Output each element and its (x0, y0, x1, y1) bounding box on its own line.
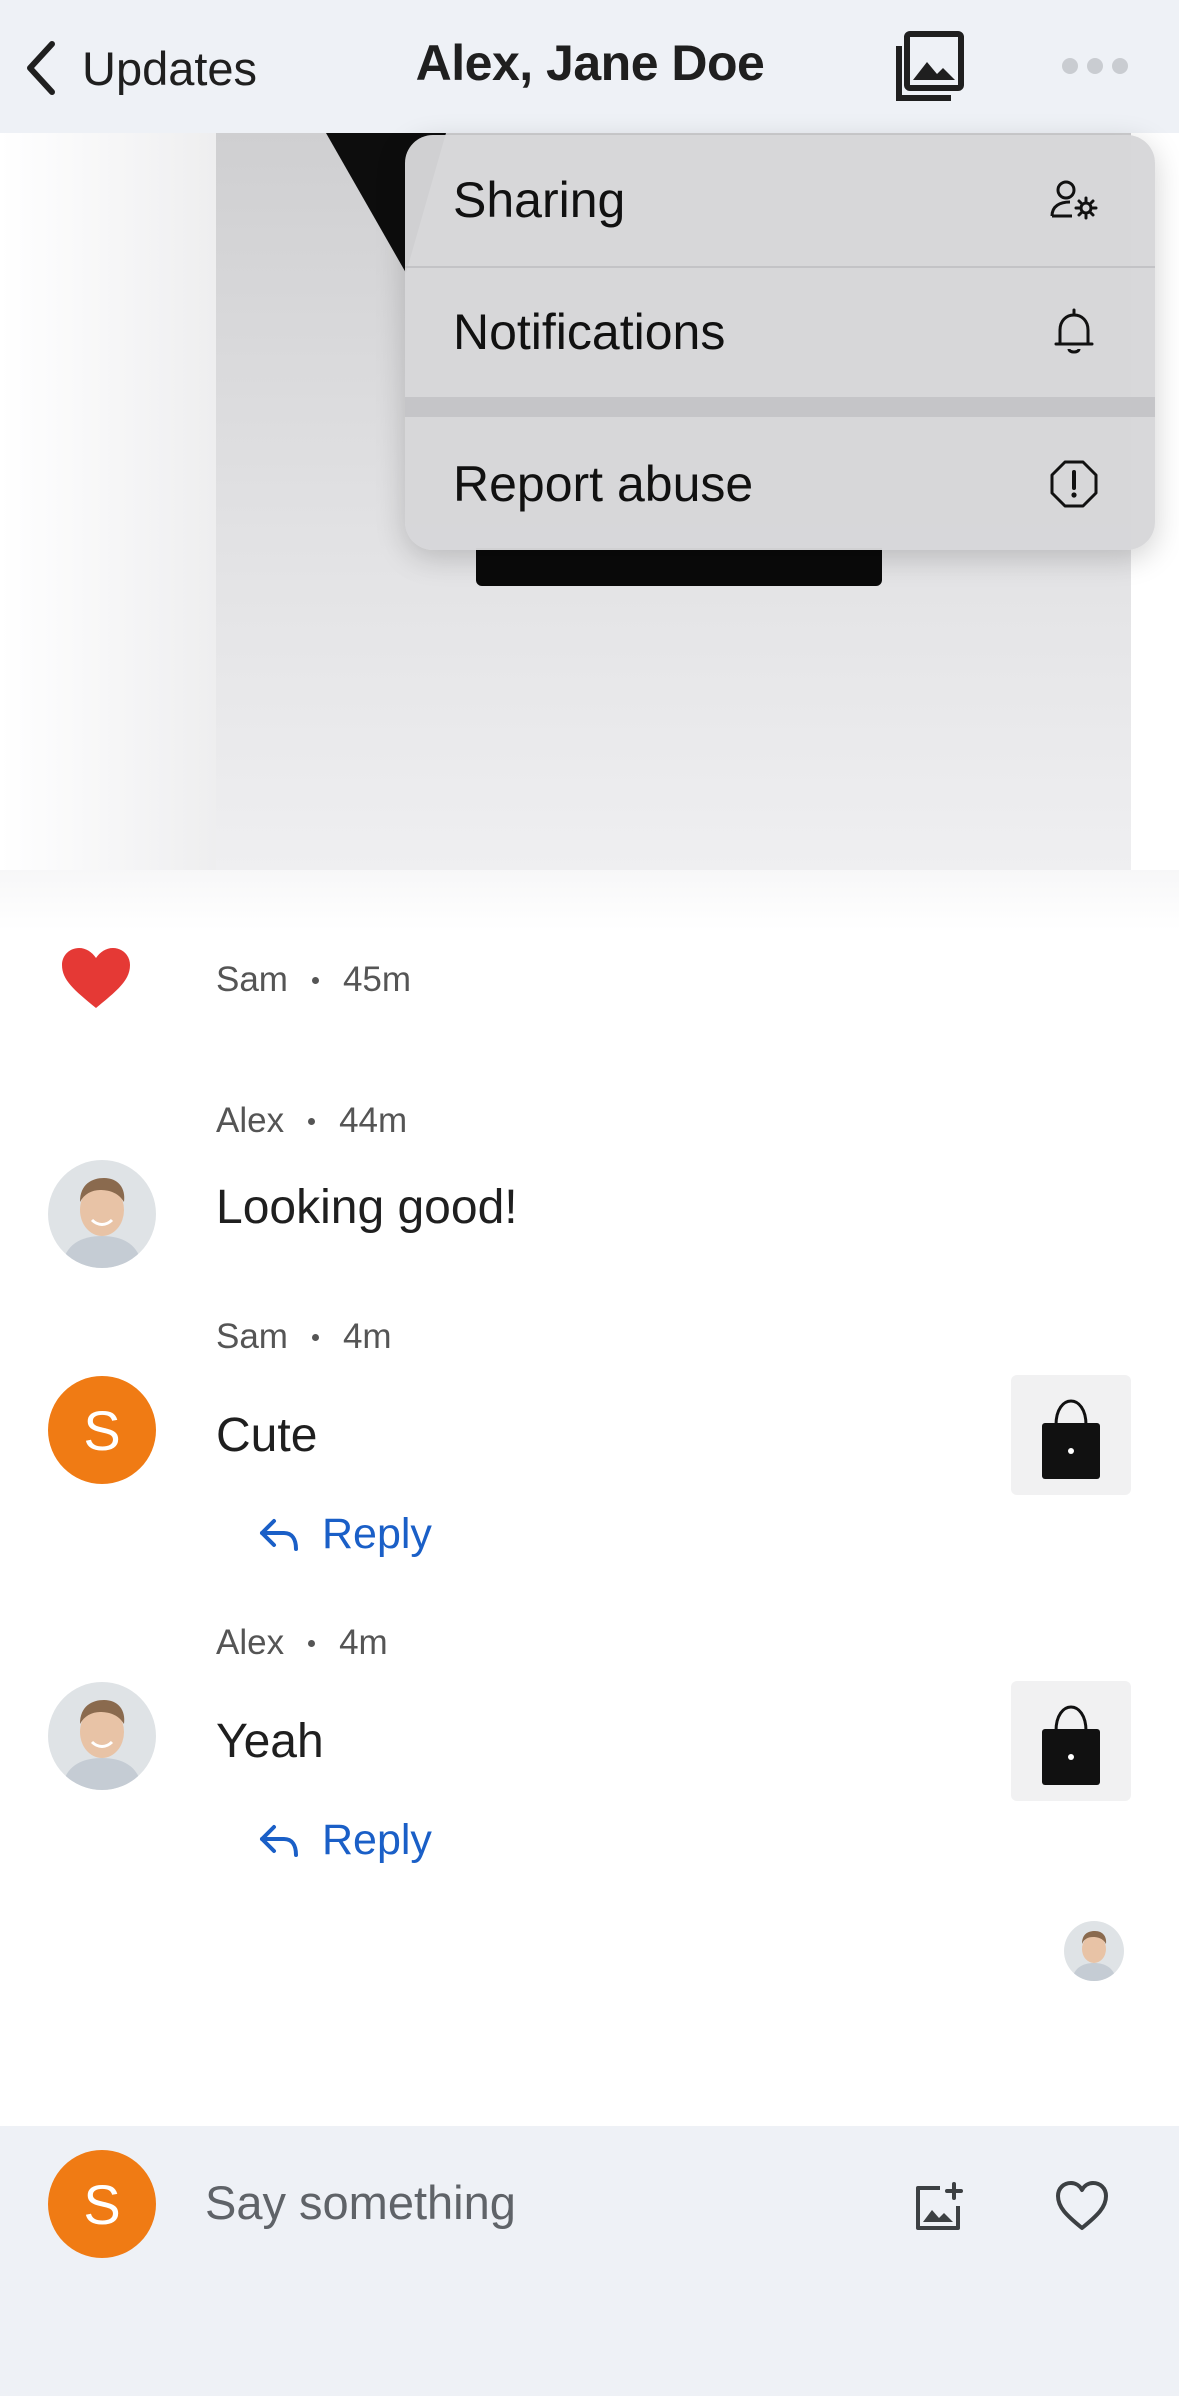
photo-detail (476, 548, 882, 586)
comment-text: Cute (216, 1409, 318, 1462)
avatar[interactable]: S (48, 1376, 156, 1484)
timestamp: 45m (342, 960, 412, 999)
reply-arrow-icon (260, 1518, 298, 1551)
more-dot-icon (1062, 58, 1078, 74)
heart-outline-icon[interactable] (1054, 2178, 1110, 2234)
divider (0, 870, 1179, 930)
menu-item-label: Report abuse (453, 455, 754, 512)
avatar[interactable] (48, 1160, 156, 1268)
timestamp: 44m (339, 1101, 408, 1140)
timestamp: 4m (339, 1623, 388, 1662)
reply-arrow-icon (260, 1824, 298, 1857)
back-button[interactable]: Updates (20, 28, 257, 108)
comment-meta: Sam 4m (216, 1317, 392, 1357)
comment-meta: Alex 44m (216, 1101, 407, 1141)
add-photo-icon[interactable] (910, 2180, 966, 2236)
overflow-menu: Sharing Notifications Report abuse (405, 135, 1155, 550)
more-dot-icon (1112, 58, 1128, 74)
comment-meta: Alex 4m (216, 1623, 388, 1663)
photo-thumbnail[interactable] (1011, 1681, 1131, 1801)
comment-text: Yeah (216, 1715, 324, 1768)
menu-item-notifications[interactable]: Notifications (405, 266, 1155, 396)
author-name: Sam (216, 1317, 288, 1356)
heart-filled-icon (62, 948, 130, 1008)
conversation-title: Alex, Jane Doe (415, 35, 765, 91)
reply-label: Reply (322, 1816, 432, 1864)
author-name: Sam (216, 960, 288, 999)
my-avatar: S (48, 2150, 156, 2258)
chevron-left-icon (27, 41, 55, 95)
menu-item-sharing[interactable]: Sharing (405, 135, 1155, 265)
seen-by-avatar (1064, 1921, 1124, 1981)
person-settings-icon (1050, 180, 1098, 220)
tote-bag-icon (1042, 1705, 1100, 1785)
menu-item-report-abuse[interactable]: Report abuse (405, 417, 1155, 550)
separator-dot (308, 1117, 316, 1125)
timestamp: 4m (342, 1317, 392, 1356)
photo-backdrop (0, 133, 216, 870)
reply-label: Reply (322, 1510, 432, 1558)
separator-dot (311, 1333, 319, 1341)
comment-input[interactable] (205, 2167, 845, 2237)
tote-bag-icon (1042, 1399, 1100, 1479)
menu-item-label: Sharing (453, 172, 626, 228)
comment-text: Looking good! (216, 1181, 518, 1234)
like-meta: Sam 45m (216, 960, 411, 1000)
more-options-button[interactable] (1062, 54, 1128, 78)
menu-divider (405, 397, 1155, 417)
separator-dot (311, 976, 319, 984)
reply-button[interactable]: Reply (258, 1816, 432, 1865)
alert-octagon-icon (1050, 460, 1098, 507)
more-dot-icon (1087, 58, 1103, 74)
person-photo-icon (48, 1160, 156, 1268)
person-photo-icon (1064, 1921, 1124, 1981)
author-name: Alex (216, 1101, 285, 1140)
separator-dot (308, 1639, 316, 1647)
menu-item-label: Notifications (453, 304, 726, 360)
reply-button[interactable]: Reply (258, 1510, 432, 1559)
photo-thumbnail[interactable] (1011, 1375, 1131, 1495)
bell-icon (1054, 308, 1094, 354)
person-photo-icon (48, 1682, 156, 1790)
avatar[interactable] (48, 1682, 156, 1790)
photo-album-icon[interactable] (893, 30, 967, 104)
author-name: Alex (216, 1623, 285, 1662)
back-label: Updates (82, 41, 258, 95)
